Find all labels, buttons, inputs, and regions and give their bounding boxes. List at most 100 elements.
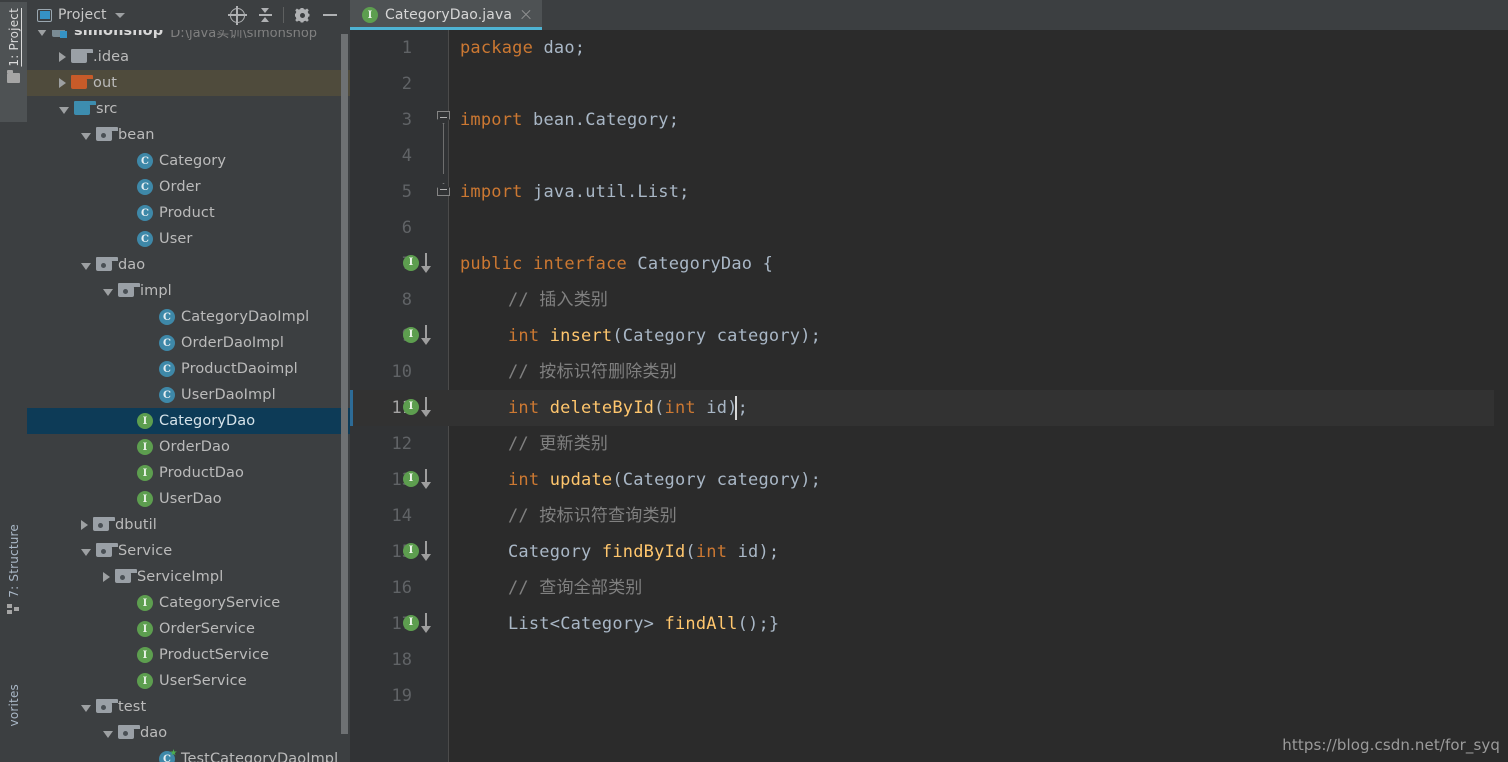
tree-node-categorydaoimpl[interactable]: C CategoryDaoImpl	[27, 304, 350, 330]
tree-node-userdao[interactable]: I UserDao	[27, 486, 350, 512]
expand-arrow-icon[interactable]	[103, 288, 113, 296]
code-line-5[interactable]: 5 import java.util.List;	[350, 174, 1508, 210]
fold-marker-end[interactable]	[436, 174, 451, 210]
tool-window-button-project[interactable]: 1: Project	[0, 2, 27, 122]
tree-node-bean[interactable]: bean	[27, 122, 350, 148]
expand-arrow-icon[interactable]	[37, 30, 47, 36]
project-panel-title-block[interactable]: Project	[37, 7, 125, 23]
minimize-button[interactable]	[316, 2, 344, 28]
code-line-16[interactable]: 16 // 查询全部类别	[350, 570, 1508, 606]
code-line-1[interactable]: 1 package dao;	[350, 30, 1508, 66]
close-icon[interactable]	[520, 9, 532, 21]
tree-node-userservice[interactable]: I UserService	[27, 668, 350, 694]
code-content[interactable]: 1 package dao; 2 3 import bean.Category; 4 5 im…	[350, 30, 1508, 762]
code-line-text: int update(Category category);	[508, 462, 821, 498]
editor-right-marker-strip[interactable]	[1494, 60, 1508, 762]
tree-node-dao[interactable]: dao	[27, 720, 350, 746]
tool-window-button-favorites[interactable]: vorites	[0, 682, 27, 762]
code-line-15[interactable]: 15 I Category findById(int id);	[350, 534, 1508, 570]
tree-node-categorydao[interactable]: I CategoryDao	[27, 408, 350, 434]
tree-node-src[interactable]: src	[27, 96, 350, 122]
code-editor[interactable]: 1 package dao; 2 3 import bean.Category; 4 5 im…	[350, 30, 1508, 762]
locate-in-tree-button[interactable]	[223, 2, 251, 28]
code-line-11[interactable]: 11 Iint deleteById(int id);	[350, 390, 1508, 426]
tree-node-impl[interactable]: impl	[27, 278, 350, 304]
code-line-13[interactable]: 13 Iint update(Category category);	[350, 462, 1508, 498]
collapse-arrow-icon[interactable]	[59, 52, 66, 62]
tree-node-out[interactable]: out	[27, 70, 350, 96]
code-line-7[interactable]: 7Ipublic interface CategoryDao {	[350, 246, 1508, 282]
expand-arrow-icon[interactable]	[59, 106, 69, 114]
tree-node-categoryservice[interactable]: I CategoryService	[27, 590, 350, 616]
project-tree[interactable]: simonshop D:\java实训\simonshop .idea out src b…	[27, 30, 350, 762]
implemented-by-gutter-icon[interactable]: I	[403, 390, 443, 426]
code-line-2[interactable]: 2	[350, 66, 1508, 102]
collapse-all-button[interactable]	[251, 2, 279, 28]
implemented-by-gutter-icon[interactable]: I	[403, 462, 443, 498]
tree-node-user[interactable]: C User	[27, 226, 350, 252]
tree-node-dbutil[interactable]: dbutil	[27, 512, 350, 538]
tree-node-productservice[interactable]: I ProductService	[27, 642, 350, 668]
tree-node-productdaoimpl[interactable]: C ProductDaoimpl	[27, 356, 350, 382]
expand-arrow-icon[interactable]	[81, 704, 91, 712]
collapse-arrow-icon[interactable]	[59, 78, 66, 88]
code-line-8[interactable]: 8 // 插入类别	[350, 282, 1508, 318]
tree-node-orderdaoimpl[interactable]: C OrderDaoImpl	[27, 330, 350, 356]
code-token: insert	[549, 326, 613, 346]
expand-arrow-icon[interactable]	[81, 548, 91, 556]
arrow-placeholder	[125, 624, 132, 634]
tree-node-simonshop[interactable]: simonshop D:\java实训\simonshop	[27, 30, 350, 44]
tree-node--idea[interactable]: .idea	[27, 44, 350, 70]
fold-marker-start[interactable]	[436, 102, 451, 138]
code-line-19[interactable]: 19	[350, 678, 1508, 714]
tree-node-dao[interactable]: dao	[27, 252, 350, 278]
tree-node-category[interactable]: C Category	[27, 148, 350, 174]
tree-node-label: dao	[118, 257, 146, 273]
tree-node-test[interactable]: test	[27, 694, 350, 720]
implemented-by-gutter-icon[interactable]: I	[403, 606, 443, 642]
project-tree-scrollbar[interactable]	[341, 34, 348, 734]
tree-node-userdaoimpl[interactable]: C UserDaoImpl	[27, 382, 350, 408]
code-line-6[interactable]: 6	[350, 210, 1508, 246]
tree-node-label: TestCategoryDaoImpl	[181, 751, 339, 762]
implemented-by-gutter-icon[interactable]: I	[403, 534, 443, 570]
implemented-by-gutter-icon[interactable]: I	[403, 246, 443, 282]
editor-tab-categorydao[interactable]: I CategoryDao.java	[350, 0, 543, 30]
expand-arrow-icon[interactable]	[103, 730, 113, 738]
tree-node-orderservice[interactable]: I OrderService	[27, 616, 350, 642]
implemented-by-gutter-icon[interactable]: I	[403, 318, 443, 354]
tool-window-button-structure-label: 7: Structure	[6, 524, 21, 598]
code-token: public	[460, 254, 523, 274]
code-token: id	[727, 542, 759, 562]
tree-node-product[interactable]: C Product	[27, 200, 350, 226]
collapse-arrow-icon[interactable]	[103, 572, 110, 582]
expand-arrow-icon[interactable]	[81, 132, 91, 140]
tree-node-orderdao[interactable]: I OrderDao	[27, 434, 350, 460]
code-token: import	[460, 110, 523, 130]
line-number: 10	[391, 362, 412, 382]
tool-window-button-structure[interactable]: 7: Structure	[0, 522, 27, 642]
code-line-4[interactable]: 4	[350, 138, 1508, 174]
tree-node-serviceimpl[interactable]: ServiceImpl	[27, 564, 350, 590]
tree-node-label: OrderDaoImpl	[181, 335, 284, 351]
settings-button[interactable]	[288, 2, 316, 28]
code-line-18[interactable]: 18	[350, 642, 1508, 678]
code-line-9[interactable]: 9Iint insert(Category category);	[350, 318, 1508, 354]
code-line-10[interactable]: 10 // 按标识符删除类别	[350, 354, 1508, 390]
tree-node-service[interactable]: Service	[27, 538, 350, 564]
collapse-arrow-icon[interactable]	[81, 520, 88, 530]
chevron-down-icon[interactable]	[114, 12, 125, 18]
code-line-14[interactable]: 14 // 按标识符查询类别	[350, 498, 1508, 534]
code-token: ;	[668, 110, 680, 130]
expand-arrow-icon[interactable]	[81, 262, 91, 270]
tree-node-label: Service	[118, 543, 173, 559]
code-token: Category	[622, 470, 707, 490]
tree-node-productdao[interactable]: I ProductDao	[27, 460, 350, 486]
code-token: List	[508, 614, 550, 634]
tree-node-order[interactable]: C Order	[27, 174, 350, 200]
code-line-12[interactable]: 12 // 更新类别	[350, 426, 1508, 462]
code-line-3[interactable]: 3 import bean.Category;	[350, 102, 1508, 138]
tree-node-testcategorydaoimpl[interactable]: C TestCategoryDaoImpl	[27, 746, 350, 762]
code-line-17[interactable]: 17 I List<Category> findAll();}	[350, 606, 1508, 642]
